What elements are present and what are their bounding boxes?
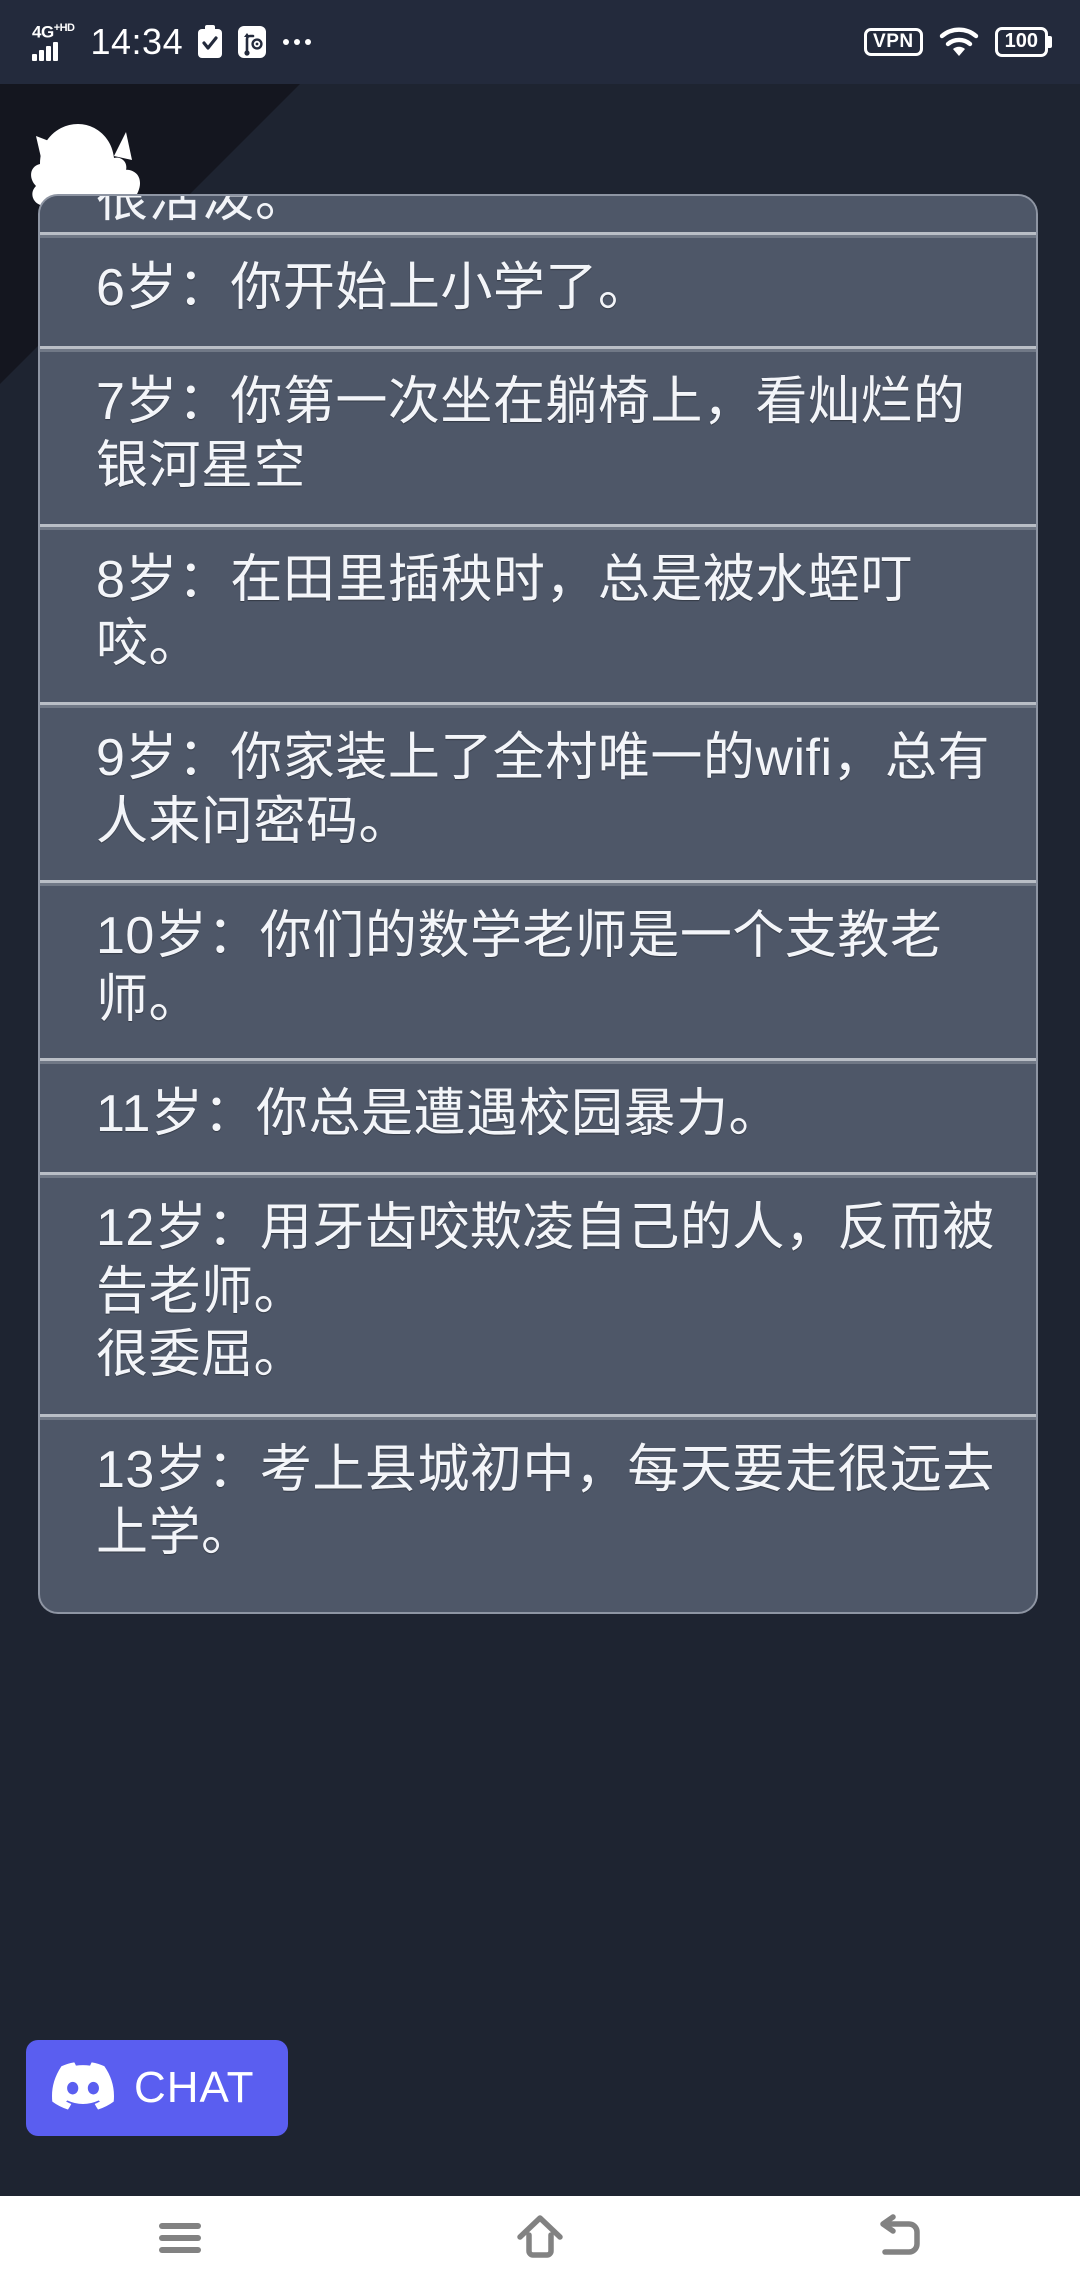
- list-item[interactable]: 9岁：你家装上了全村唯一的wifi，总有人来问密码。: [40, 702, 1036, 881]
- phone-screen: 4G+HD 14:34 VPN 100 很活泼。 6岁：你开始上小学了。 7岁：…: [0, 0, 1080, 2280]
- list-item[interactable]: 8岁：在田里插秧时，总是被水蛭叮咬。: [40, 524, 1036, 703]
- life-event-text: 8岁：在田里插秧时，总是被水蛭叮咬。: [96, 551, 913, 673]
- list-item[interactable]: 13岁：考上县城初中，每天要走很远去上学。: [40, 1413, 1036, 1592]
- battery-indicator: 100: [994, 27, 1048, 57]
- life-event-text: 6岁：你开始上小学了。: [96, 259, 651, 317]
- life-events-scroll[interactable]: 很活泼。 6岁：你开始上小学了。 7岁：你第一次坐在躺椅上，看灿烂的银河星空 8…: [40, 196, 1036, 1612]
- clipped-top-row: 很活泼。: [40, 196, 1036, 232]
- list-item[interactable]: 12岁：用牙齿咬欺凌自己的人，反而被告老师。 很委屈。: [40, 1172, 1036, 1414]
- life-event-text: 10岁：你们的数学老师是一个支教老师。: [96, 907, 943, 1029]
- signal-bar-glyphs: [32, 41, 58, 62]
- chat-button-label: CHAT: [134, 2063, 255, 2112]
- life-event-text: 9岁：你家装上了全村唯一的wifi，总有人来问密码。: [96, 729, 991, 851]
- status-bar-right: VPN 100: [864, 26, 1048, 58]
- discord-chat-button[interactable]: CHAT: [26, 2040, 288, 2136]
- life-event-text: 12岁：用牙齿咬欺凌自己的人，反而被告老师。 很委屈。: [96, 1199, 995, 1385]
- list-item[interactable]: 11岁：你总是遭遇校园暴力。: [40, 1057, 1036, 1173]
- wifi-icon: [939, 26, 979, 58]
- life-event-text: 13岁：考上县城初中，每天要走很远去上学。: [96, 1440, 995, 1563]
- back-arrow-icon[interactable]: [810, 2196, 990, 2280]
- signal-bars-icon: 4G+HD: [32, 21, 75, 62]
- life-events-panel[interactable]: 很活泼。 6岁：你开始上小学了。 7岁：你第一次坐在躺椅上，看灿烂的银河星空 8…: [38, 194, 1038, 1614]
- network-type-label: 4G: [32, 22, 54, 42]
- status-bar-clock: 14:34: [90, 21, 184, 62]
- battery-level-label: 100: [1004, 30, 1038, 52]
- life-event-text: 11岁：你总是遭遇校园暴力。: [96, 1084, 781, 1143]
- list-item[interactable]: 6岁：你开始上小学了。: [40, 232, 1036, 347]
- vpn-badge: VPN: [864, 27, 923, 57]
- list-item[interactable]: 10岁：你们的数学老师是一个支教老师。: [40, 880, 1036, 1058]
- clipped-top-row-text: 很活泼。: [96, 196, 309, 228]
- menu-recents-icon[interactable]: [90, 2196, 270, 2280]
- discord-icon: [52, 2061, 114, 2115]
- list-item[interactable]: 7岁：你第一次坐在躺椅上，看灿烂的银河星空: [40, 346, 1036, 525]
- home-icon[interactable]: [450, 2196, 630, 2280]
- android-navigation-bar: [0, 2196, 1080, 2280]
- clipboard-check-icon: [197, 25, 223, 59]
- usb-settings-icon: [237, 25, 267, 59]
- more-dots-icon: [283, 39, 312, 45]
- app-content-area: 很活泼。 6岁：你开始上小学了。 7岁：你第一次坐在躺椅上，看灿烂的银河星空 8…: [0, 84, 1080, 2196]
- status-bar-left: 4G+HD 14:34: [32, 21, 864, 63]
- status-bar: 4G+HD 14:34 VPN 100: [0, 0, 1080, 84]
- life-event-text: 7岁：你第一次坐在躺椅上，看灿烂的银河星空: [96, 373, 966, 495]
- network-type-sup: +HD: [53, 21, 75, 34]
